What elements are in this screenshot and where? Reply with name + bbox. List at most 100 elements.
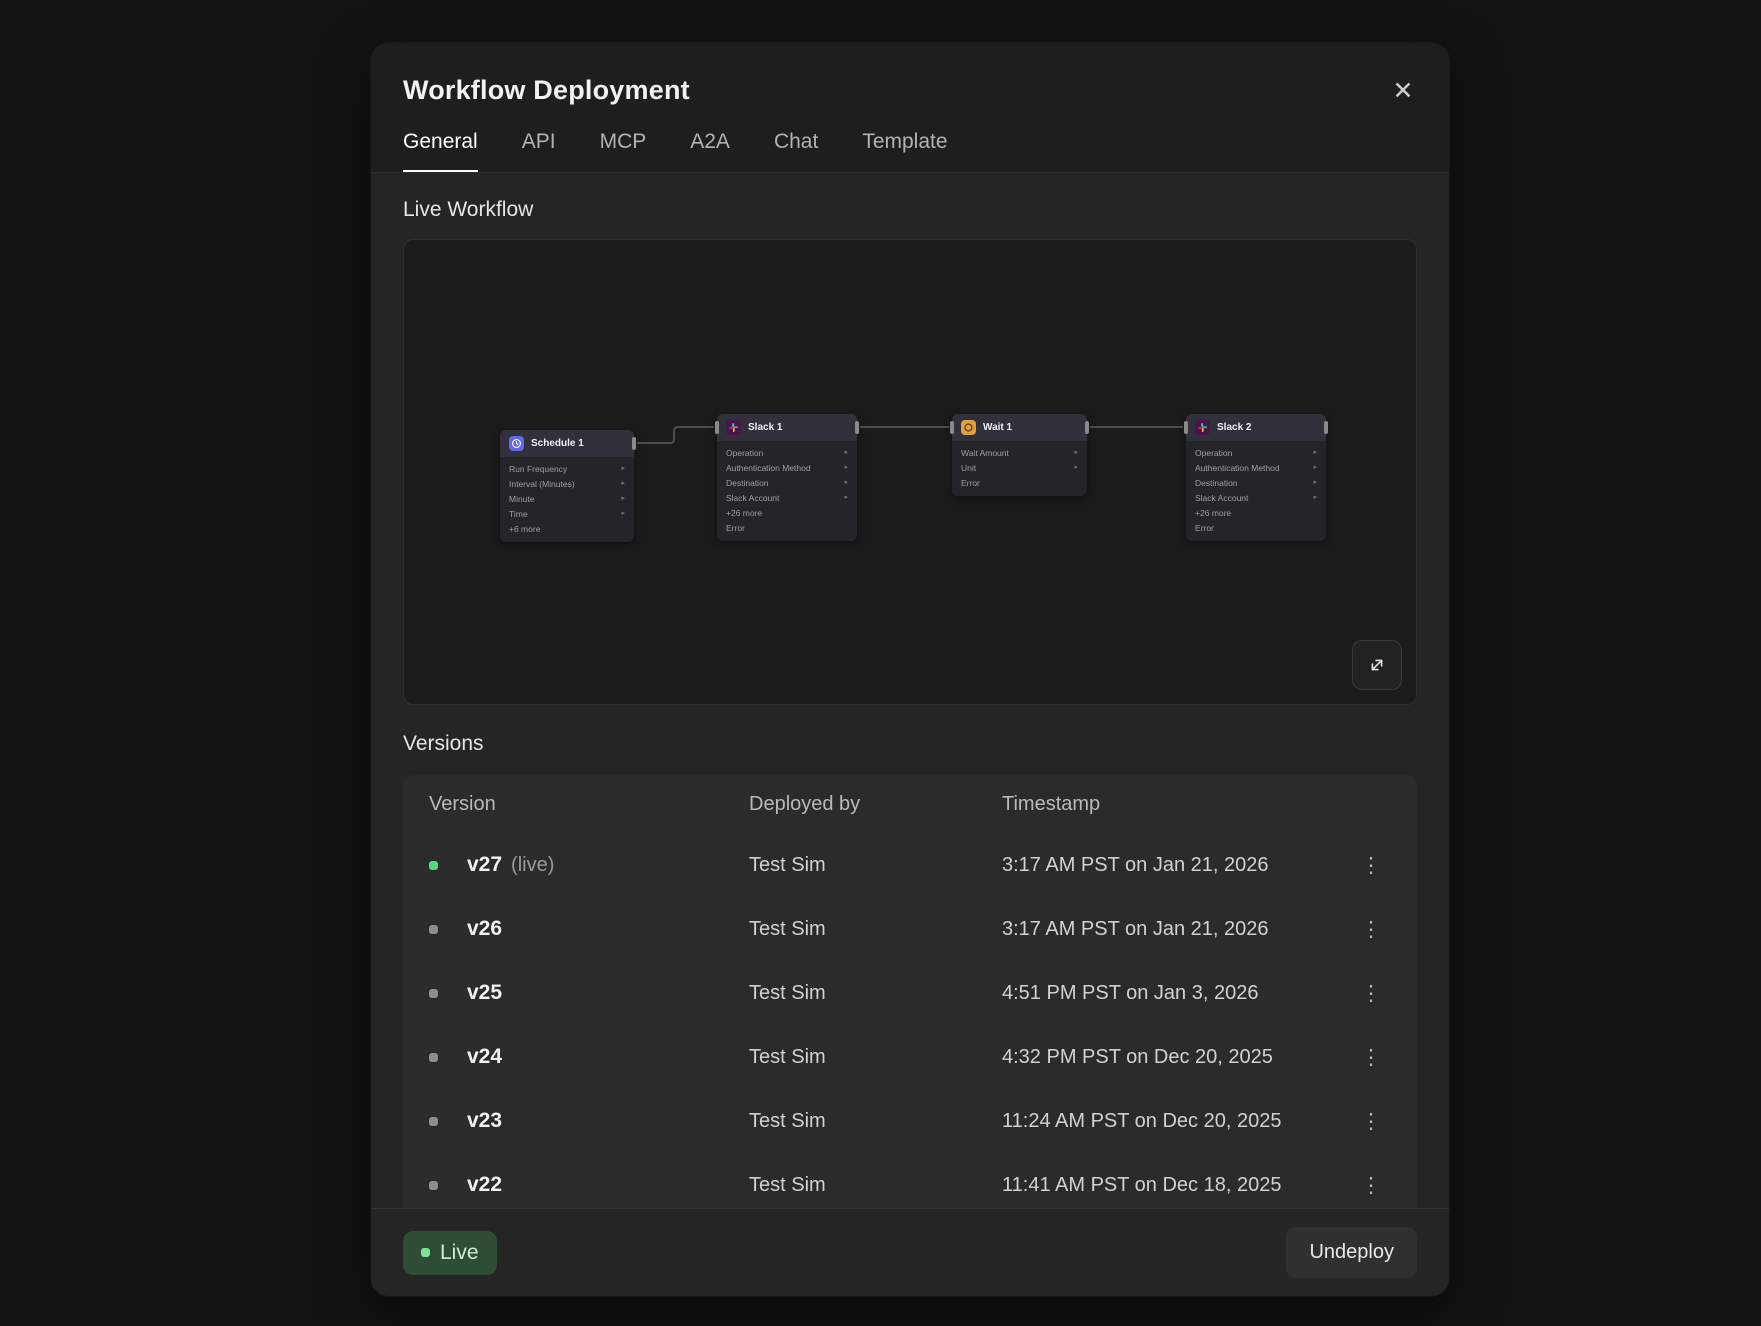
node-slack-2[interactable]: Slack 2 Operation▸ Authentication Method… <box>1186 414 1326 541</box>
deployed-by: Test Sim <box>749 854 1002 877</box>
dialog-footer: Live Undeploy <box>371 1208 1449 1296</box>
expand-workflow-button[interactable] <box>1352 640 1402 690</box>
node-field: Slack Account▸ <box>726 490 848 505</box>
node-field: Destination▸ <box>726 475 848 490</box>
deployed-by: Test Sim <box>749 1046 1002 1069</box>
node-header: Schedule 1 <box>500 430 634 457</box>
live-status-dot <box>429 861 438 870</box>
row-menu-button[interactable]: ⋮ <box>1351 973 1391 1013</box>
close-button[interactable]: ✕ <box>1383 71 1423 111</box>
node-title: Slack 2 <box>1217 422 1251 433</box>
timestamp: 11:24 AM PST on Dec 20, 2025 <box>1002 1110 1351 1133</box>
live-suffix: (live) <box>511 854 554 876</box>
port-handle[interactable] <box>950 421 954 434</box>
chevron-right-icon: ▸ <box>1313 449 1317 456</box>
deployed-by: Test Sim <box>749 918 1002 941</box>
row-menu-button[interactable]: ⋮ <box>1351 909 1391 949</box>
node-title: Wait 1 <box>983 422 1012 433</box>
live-dot-icon <box>421 1248 430 1257</box>
kebab-icon: ⋮ <box>1361 1110 1382 1133</box>
node-field: Authentication Method▸ <box>726 460 848 475</box>
node-header: Slack 1 <box>717 414 857 441</box>
tab-mcp[interactable]: MCP <box>600 130 647 172</box>
chevron-right-icon: ▸ <box>1074 464 1078 471</box>
node-field: Operation▸ <box>726 445 848 460</box>
row-menu-button[interactable]: ⋮ <box>1351 845 1391 885</box>
wait-clock-icon <box>961 420 976 435</box>
node-field: Interval (Minutes)▸ <box>509 476 625 491</box>
deployed-by: Test Sim <box>749 1174 1002 1197</box>
chevron-right-icon: ▸ <box>621 510 625 517</box>
timestamp: 4:32 PM PST on Dec 20, 2025 <box>1002 1046 1351 1069</box>
node-field: Run Frequency▸ <box>509 461 625 476</box>
versions-table-header: Version Deployed by Timestamp <box>403 775 1417 833</box>
tab-a2a[interactable]: A2A <box>690 130 730 172</box>
chevron-right-icon: ▸ <box>621 480 625 487</box>
node-schedule-1[interactable]: Schedule 1 Run Frequency▸ Interval (Minu… <box>500 430 634 542</box>
chevron-right-icon: ▸ <box>844 464 848 471</box>
chevron-right-icon: ▸ <box>1313 479 1317 486</box>
kebab-icon: ⋮ <box>1361 918 1382 941</box>
live-badge-label: Live <box>440 1241 479 1265</box>
chevron-right-icon: ▸ <box>621 465 625 472</box>
workflow-canvas[interactable]: Schedule 1 Run Frequency▸ Interval (Minu… <box>403 239 1417 705</box>
node-body: Wait Amount▸ Unit▸ Error <box>952 441 1087 496</box>
slack-icon <box>1195 420 1210 435</box>
version-label: v24 <box>467 1045 749 1069</box>
status-dot <box>429 1053 438 1062</box>
chevron-right-icon: ▸ <box>1313 464 1317 471</box>
workflow-deployment-dialog: Workflow Deployment ✕ General API MCP A2… <box>371 43 1449 1296</box>
port-handle[interactable] <box>1184 421 1188 434</box>
tab-template[interactable]: Template <box>862 130 947 172</box>
node-field: Authentication Method▸ <box>1195 460 1317 475</box>
chevron-right-icon: ▸ <box>844 479 848 486</box>
timestamp: 4:51 PM PST on Jan 3, 2026 <box>1002 982 1351 1005</box>
status-dot <box>429 925 438 934</box>
node-field: Time▸ <box>509 506 625 521</box>
version-row-v23: v23 Test Sim 11:24 AM PST on Dec 20, 202… <box>403 1089 1417 1153</box>
status-dot <box>429 1181 438 1190</box>
node-slack-1[interactable]: Slack 1 Operation▸ Authentication Method… <box>717 414 857 541</box>
node-wait-1[interactable]: Wait 1 Wait Amount▸ Unit▸ Error <box>952 414 1087 496</box>
node-title: Slack 1 <box>748 422 782 433</box>
port-handle[interactable] <box>715 421 719 434</box>
expand-diagonal-icon <box>1366 654 1388 676</box>
port-handle[interactable] <box>1324 421 1328 434</box>
version-row-v24: v24 Test Sim 4:32 PM PST on Dec 20, 2025… <box>403 1025 1417 1089</box>
node-field: Minute▸ <box>509 491 625 506</box>
node-field-more: +26 more <box>1195 505 1317 520</box>
version-label: v26 <box>467 917 749 941</box>
schedule-clock-icon <box>509 436 524 451</box>
port-handle[interactable] <box>632 437 636 450</box>
version-row-v22: v22 Test Sim 11:41 AM PST on Dec 18, 202… <box>403 1153 1417 1208</box>
undeploy-button[interactable]: Undeploy <box>1286 1227 1417 1278</box>
timestamp: 11:41 AM PST on Dec 18, 2025 <box>1002 1174 1351 1197</box>
node-field: Slack Account▸ <box>1195 490 1317 505</box>
node-header: Wait 1 <box>952 414 1087 441</box>
chevron-right-icon: ▸ <box>621 495 625 502</box>
tab-chat[interactable]: Chat <box>774 130 818 172</box>
port-handle[interactable] <box>1085 421 1089 434</box>
dialog-header: Workflow Deployment ✕ <box>371 43 1449 106</box>
node-title: Schedule 1 <box>531 438 584 449</box>
version-row-v25: v25 Test Sim 4:51 PM PST on Jan 3, 2026 … <box>403 961 1417 1025</box>
row-menu-button[interactable]: ⋮ <box>1351 1165 1391 1205</box>
deployed-by: Test Sim <box>749 1110 1002 1133</box>
live-workflow-heading: Live Workflow <box>403 197 1417 223</box>
row-menu-button[interactable]: ⋮ <box>1351 1101 1391 1141</box>
deployed-by: Test Sim <box>749 982 1002 1005</box>
version-row-v27: v27(live) Test Sim 3:17 AM PST on Jan 21… <box>403 833 1417 897</box>
port-handle[interactable] <box>855 421 859 434</box>
tab-general[interactable]: General <box>403 130 478 172</box>
node-field: Destination▸ <box>1195 475 1317 490</box>
tab-api[interactable]: API <box>522 130 556 172</box>
timestamp: 3:17 AM PST on Jan 21, 2026 <box>1002 854 1351 877</box>
node-field-error: Error <box>1195 520 1317 535</box>
timestamp: 3:17 AM PST on Jan 21, 2026 <box>1002 918 1351 941</box>
versions-table: Version Deployed by Timestamp v27(live) … <box>403 775 1417 1208</box>
node-field: Wait Amount▸ <box>961 445 1078 460</box>
dialog-content: Live Workflow Schedule 1 <box>371 173 1449 1208</box>
row-menu-button[interactable]: ⋮ <box>1351 1037 1391 1077</box>
chevron-right-icon: ▸ <box>844 494 848 501</box>
close-icon: ✕ <box>1393 77 1414 105</box>
